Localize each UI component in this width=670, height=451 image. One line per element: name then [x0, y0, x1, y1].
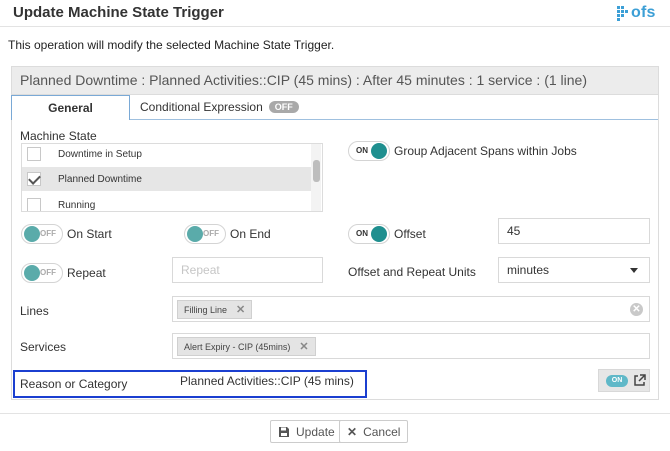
panel-header-text: Planned Downtime : Planned Activities::C…	[20, 72, 587, 88]
reason-on-badge[interactable]: ON	[606, 375, 628, 387]
checkbox[interactable]	[27, 198, 41, 211]
list-item-label: Running	[58, 199, 96, 211]
repeat-label: Repeat	[67, 266, 106, 280]
on-end-label: On End	[230, 227, 271, 241]
intro-text: This operation will modify the selected …	[8, 38, 335, 52]
reason-edit-control[interactable]: ON	[598, 369, 650, 392]
lines-tag-label: Filling Line	[184, 304, 228, 315]
units-select[interactable]: minutes	[498, 257, 650, 283]
toggle-knob	[24, 226, 40, 242]
panel-header: Planned Downtime : Planned Activities::C…	[12, 67, 658, 95]
logo-text: ofs	[631, 4, 656, 21]
list-item[interactable]: Running	[22, 193, 312, 211]
repeat-toggle[interactable]: OFF	[21, 263, 63, 283]
machine-state-list[interactable]: Downtime in Setup Planned Downtime Runni…	[21, 143, 323, 212]
dialog-title: Update Machine State Trigger	[13, 4, 224, 21]
remove-tag-icon[interactable]: ✕	[236, 303, 245, 316]
lines-label: Lines	[20, 304, 49, 318]
toggle-state-text: ON	[356, 229, 368, 238]
offset-label: Offset	[394, 227, 426, 241]
on-start-label: On Start	[67, 227, 112, 241]
list-item[interactable]: Planned Downtime	[22, 167, 312, 191]
machine-state-label: Machine State	[20, 129, 97, 143]
units-selected-value: minutes	[507, 263, 550, 277]
on-start-toggle[interactable]: OFF	[21, 224, 63, 244]
group-adjacent-label: Group Adjacent Spans within Jobs	[394, 144, 577, 158]
list-item[interactable]: Downtime in Setup	[22, 144, 312, 166]
services-tag: Alert Expiry - CIP (45mins) ✕	[177, 337, 316, 356]
lines-tag: Filling Line ✕	[177, 300, 253, 319]
ofs-logo: ofs	[616, 2, 660, 24]
offset-toggle[interactable]: ON	[348, 224, 390, 244]
on-end-toggle[interactable]: OFF	[184, 224, 226, 244]
ofs-logo-icon	[617, 6, 628, 21]
units-label: Offset and Repeat Units	[348, 265, 476, 279]
tab-general[interactable]: General	[11, 95, 130, 120]
cancel-button[interactable]: ✕ Cancel	[339, 420, 409, 443]
reason-value[interactable]: Planned Activities::CIP (45 mins)	[180, 374, 354, 388]
list-scrollbar-thumb[interactable]	[313, 160, 320, 182]
group-adjacent-toggle[interactable]: ON	[348, 141, 390, 161]
toggle-knob	[371, 226, 387, 242]
title-bar: Update Machine State Trigger ofs	[0, 0, 670, 27]
caret-down-icon	[630, 268, 638, 273]
cancel-button-label: Cancel	[363, 424, 401, 439]
reason-label: Reason or Category	[20, 377, 128, 391]
toggle-state-text: OFF	[203, 229, 219, 238]
close-icon: ✕	[347, 424, 358, 439]
remove-tag-icon[interactable]: ✕	[299, 340, 308, 353]
list-item-label: Downtime in Setup	[58, 148, 142, 160]
lines-input[interactable]: Filling Line ✕ ✕	[172, 296, 650, 322]
services-label: Services	[20, 340, 67, 354]
repeat-input[interactable]: Repeat	[172, 257, 323, 283]
services-input[interactable]: Alert Expiry - CIP (45mins) ✕	[172, 333, 650, 359]
footer-divider	[0, 413, 670, 414]
toggle-state-text: ON	[356, 146, 368, 155]
save-icon	[279, 426, 289, 437]
toggle-knob	[24, 265, 40, 281]
update-button-label: Update	[296, 424, 335, 439]
offset-input[interactable]: 45	[498, 218, 650, 244]
toggle-knob	[371, 143, 387, 159]
services-tag-label: Alert Expiry - CIP (45mins)	[184, 341, 291, 352]
clear-icon[interactable]: ✕	[630, 303, 643, 316]
toggle-knob	[187, 226, 203, 242]
tab-divider	[130, 119, 658, 120]
tab-conditional-expression[interactable]: Conditional Expression OFF	[140, 100, 299, 114]
toggle-state-text: OFF	[40, 229, 56, 238]
check-icon[interactable]	[27, 172, 41, 186]
external-link-icon[interactable]	[633, 374, 646, 387]
checkbox[interactable]	[27, 147, 41, 161]
update-button[interactable]: Update	[270, 420, 343, 443]
conditional-off-badge: OFF	[268, 101, 299, 113]
tab-conditional-label: Conditional Expression	[140, 100, 263, 114]
toggle-state-text: OFF	[40, 268, 56, 277]
list-item-label: Planned Downtime	[58, 173, 142, 185]
